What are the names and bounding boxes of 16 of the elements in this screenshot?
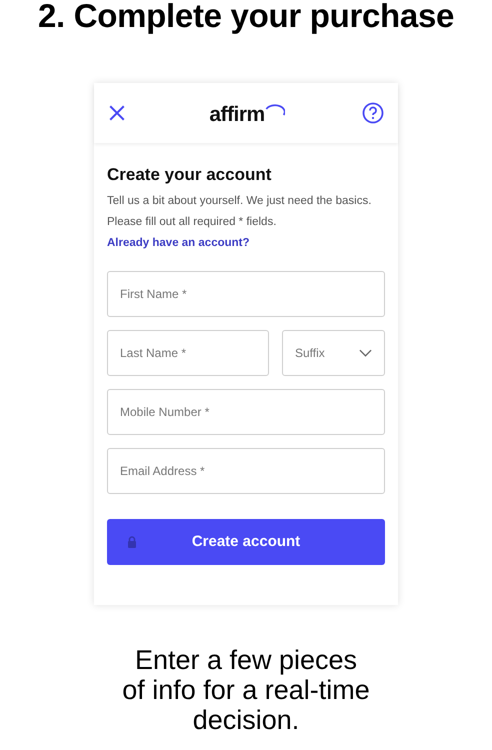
- logo-text: affirm: [209, 104, 265, 126]
- login-link[interactable]: Already have an account?: [107, 237, 250, 249]
- help-button[interactable]: [362, 102, 384, 124]
- caption-text: Enter a few pieces of info for a real-time decision.: [121, 645, 371, 735]
- lock-icon: [127, 536, 137, 548]
- create-account-button[interactable]: Create account: [107, 519, 385, 565]
- page-heading: 2. Complete your purchase: [38, 0, 454, 33]
- intro-text: Tell us a bit about yourself. We just need the basics. Please fill out all required * fields. Already have an account?: [107, 194, 372, 251]
- input-field[interactable]: First Name *: [107, 271, 385, 317]
- form-title: Create your account: [107, 165, 272, 185]
- chevron-down-icon: [359, 349, 372, 357]
- input-field[interactable]: Last Name *: [107, 330, 269, 376]
- input-field[interactable]: Mobile Number *: [107, 389, 385, 435]
- suffix-dropdown[interactable]: Suffix: [282, 330, 385, 376]
- input-field[interactable]: Email Address *: [107, 448, 385, 494]
- close-button[interactable]: [108, 104, 126, 122]
